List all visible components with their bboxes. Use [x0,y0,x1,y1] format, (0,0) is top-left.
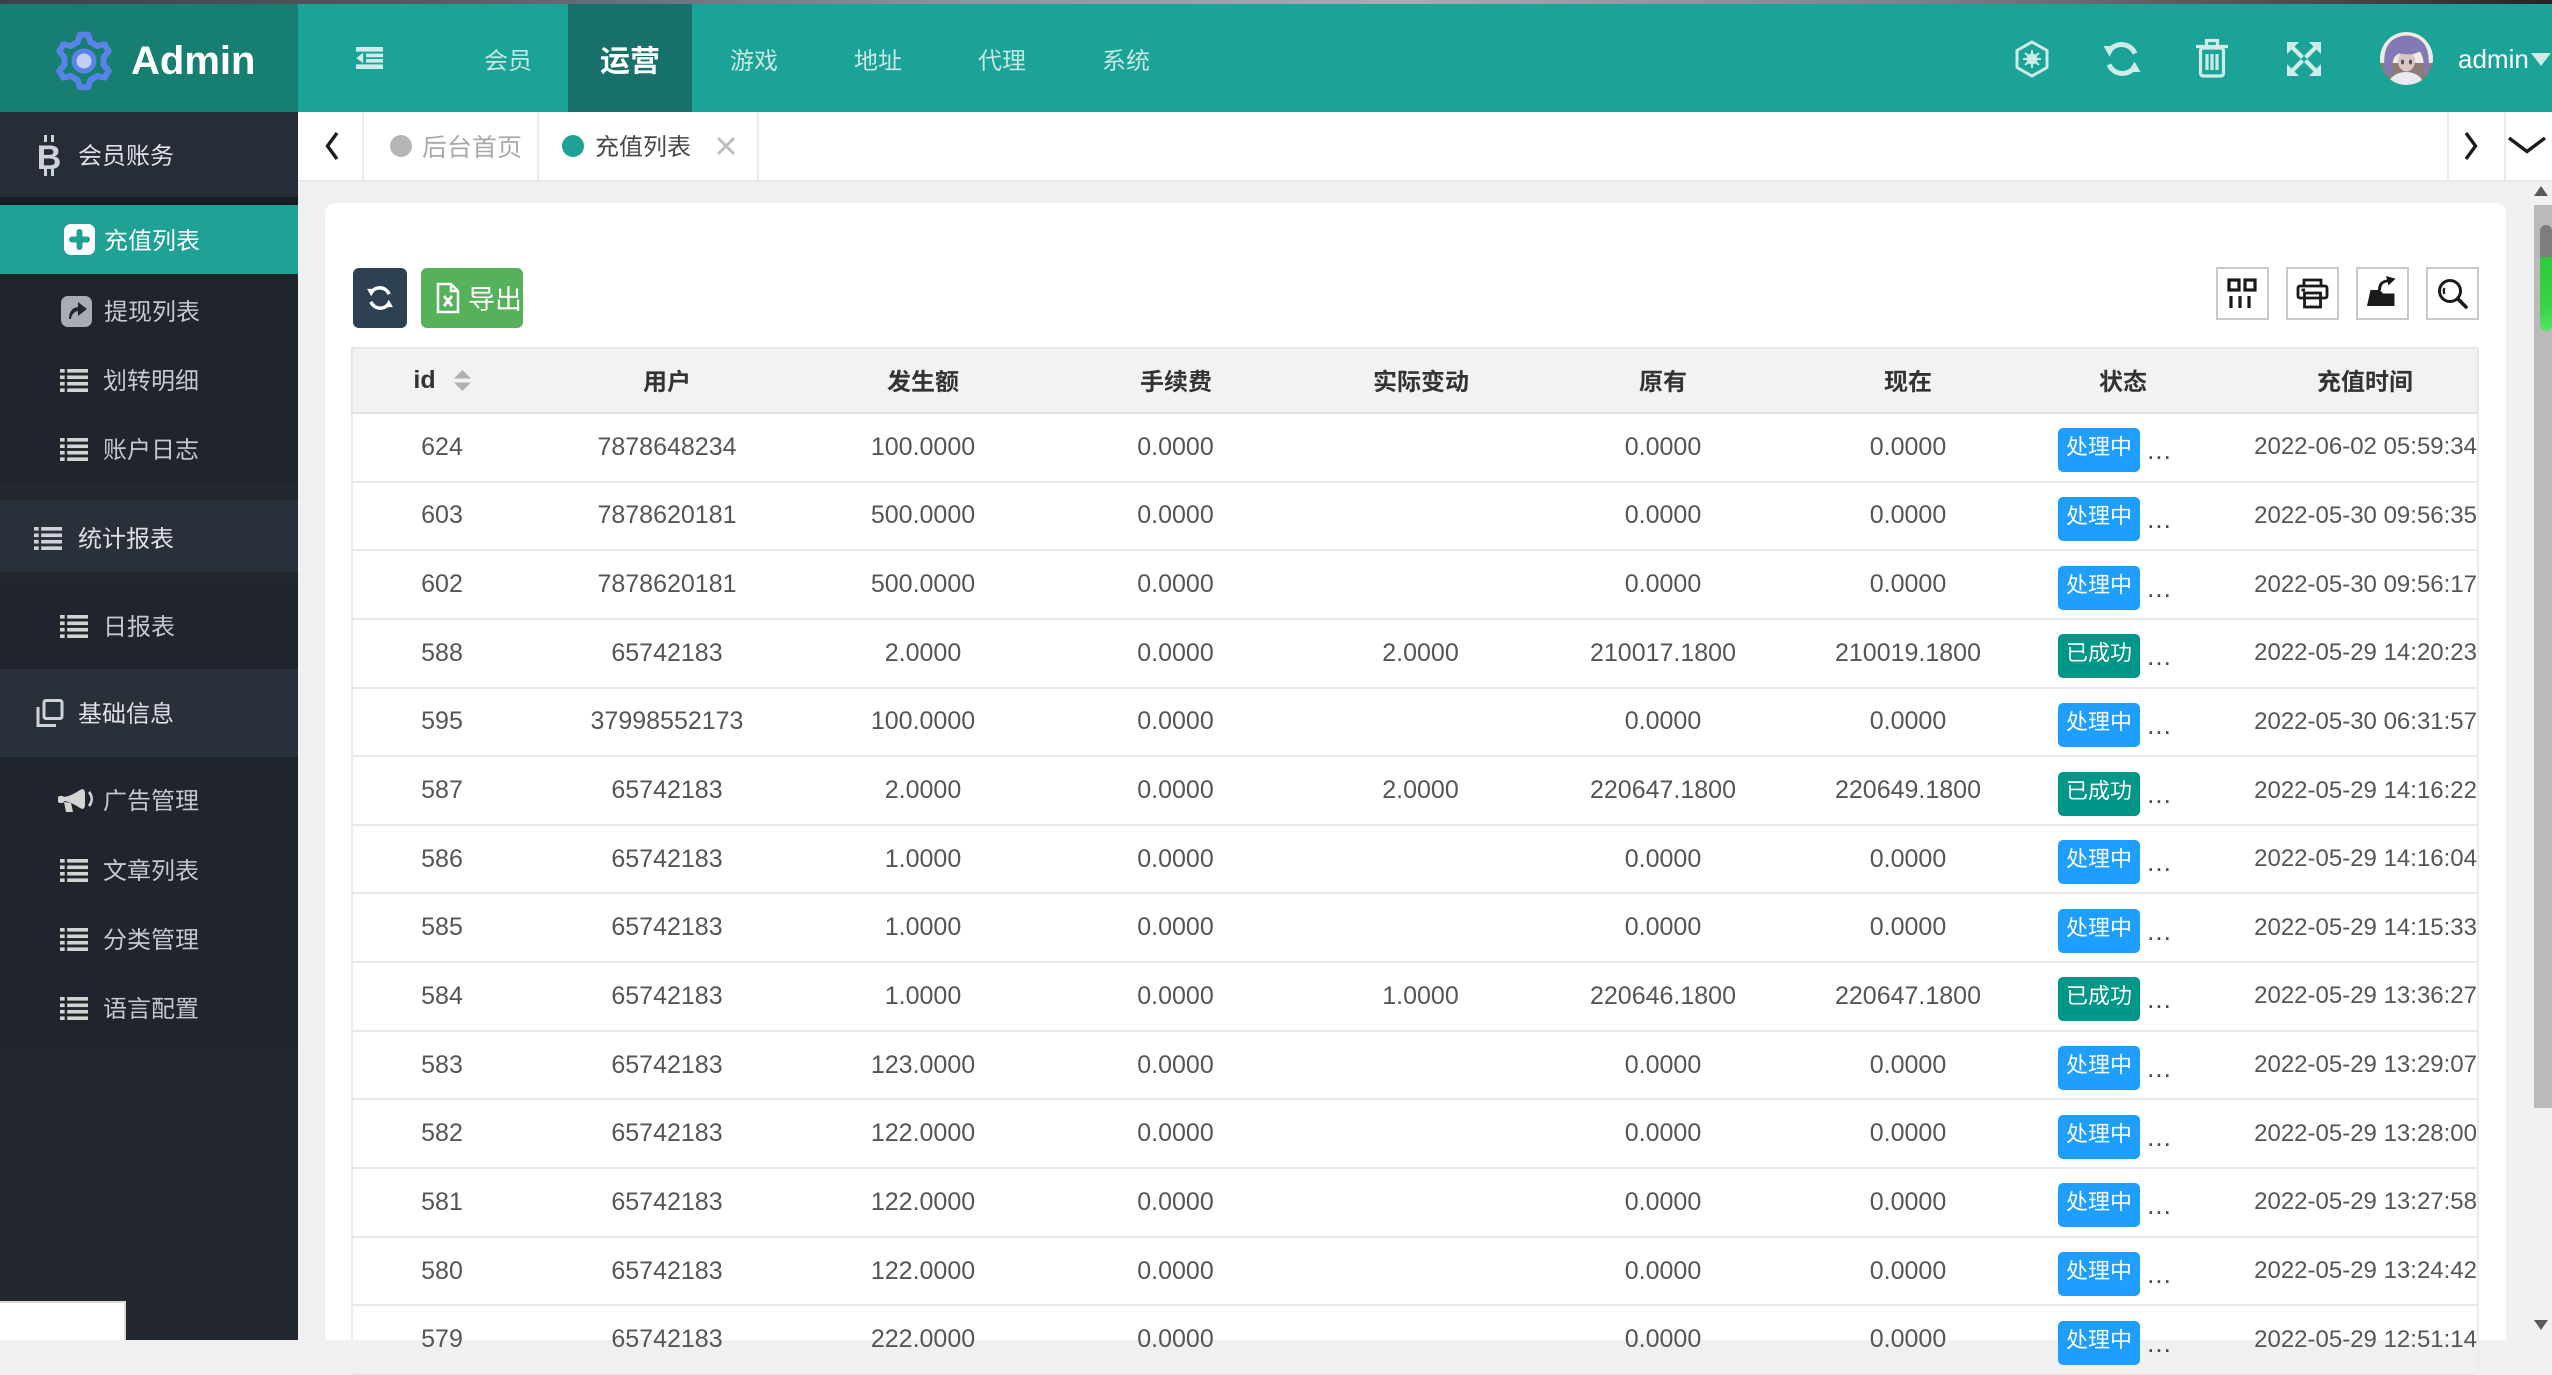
svg-text:B: B [37,139,62,177]
